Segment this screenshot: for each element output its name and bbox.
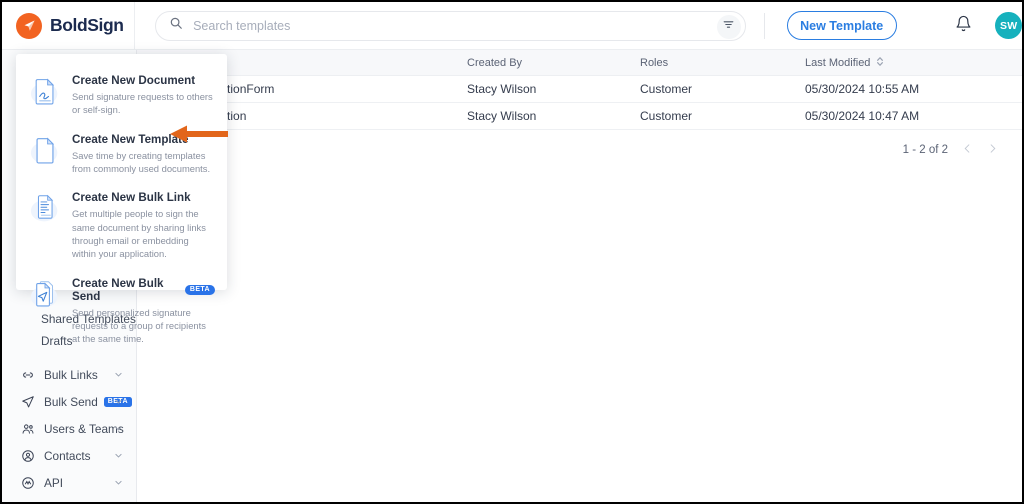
bulk-link-icon (30, 191, 64, 230)
users-icon (20, 422, 35, 436)
search-icon (169, 16, 183, 35)
sidebar-item-bulk-send[interactable]: Bulk Send BETA (2, 388, 136, 415)
chevron-down-icon (114, 476, 123, 490)
dropdown-item-title: Create New Document (72, 74, 214, 87)
chevron-down-icon (114, 449, 123, 463)
notifications-button[interactable] (952, 14, 976, 38)
bell-icon (955, 15, 972, 37)
chevron-down-icon (114, 395, 123, 409)
document-sign-icon (30, 74, 64, 113)
avatar[interactable]: SW (995, 12, 1022, 39)
filter-button[interactable] (716, 14, 741, 39)
dropdown-item-create-new-bulk-link[interactable]: Create New Bulk Link Get multiple people… (16, 183, 227, 268)
column-header-last-modified[interactable]: Last Modified (805, 56, 995, 70)
dropdown-item-description: Save time by creating templates from com… (72, 149, 211, 175)
new-template-button[interactable]: New Template (786, 11, 897, 40)
search-box[interactable] (155, 10, 746, 41)
sidebar-item-label: Bulk Links (44, 367, 98, 382)
pagination-next-button[interactable] (987, 143, 998, 157)
cell-created-by: Stacy Wilson (467, 109, 537, 123)
dropdown-item-title: Create New Template (72, 133, 214, 146)
header-divider (763, 12, 765, 39)
sidebar-item-label: Users & Teams (44, 421, 124, 436)
boldsign-send-icon (16, 12, 42, 39)
dropdown-item-description: Send signature requests to others or sel… (72, 91, 213, 116)
dropdown-item-label: Create New Template (72, 132, 189, 146)
cell-last-modified: 05/30/2024 10:47 AM (805, 109, 920, 123)
cell-roles: Customer (640, 82, 693, 96)
sidebar-item-label: Bulk Send (44, 394, 98, 409)
chevron-down-icon (114, 368, 123, 382)
send-icon (20, 395, 35, 409)
column-header-created-by[interactable]: Created By (467, 57, 640, 69)
dropdown-item-label: Create New Document (72, 74, 196, 87)
pagination-range: 1 - 2 of 2 (902, 144, 948, 156)
dropdown-item-create-new-bulk-send[interactable]: Create New Bulk Send BETA Send personali… (16, 269, 227, 354)
bulk-send-icon (30, 277, 64, 316)
main-content: Created By Roles Last Modified Card Appl… (137, 50, 1022, 502)
column-header-roles[interactable]: Roles (640, 57, 805, 69)
dropdown-item-title: Create New Bulk Link (72, 191, 214, 204)
app-window: BoldSign New Template (0, 0, 1024, 504)
table-row[interactable]: Card Application Stacy Wilson Customer 0… (137, 103, 1022, 130)
dropdown-item-title: Create New Bulk Send BETA (72, 277, 215, 303)
pagination: 1 - 2 of 2 (137, 130, 1022, 170)
table-row[interactable]: Card ApplicationForm Stacy Wilson Custom… (137, 76, 1022, 103)
table-header-row: Created By Roles Last Modified (137, 50, 1022, 76)
search-input[interactable] (193, 12, 674, 39)
filter-icon (722, 18, 735, 36)
dropdown-item-label: Create New Bulk Link (72, 191, 191, 205)
dropdown-item-create-new-document[interactable]: Create New Document Send signature reque… (16, 66, 227, 125)
dropdown-item-create-new-template[interactable]: Create New Template Save time by creatin… (16, 125, 227, 184)
dropdown-item-label: Create New Bulk Send (72, 276, 164, 303)
app-header: BoldSign New Template (2, 2, 1022, 50)
sidebar-item-bulk-links[interactable]: Bulk Links (2, 361, 136, 388)
dropdown-item-description: Get multiple people to sign the same doc… (72, 208, 206, 260)
beta-badge: BETA (184, 284, 215, 295)
sort-arrows-icon[interactable] (876, 56, 884, 70)
column-header-label: Last Modified (805, 56, 871, 69)
chevron-right-icon (987, 143, 998, 157)
brand-logo[interactable]: BoldSign (2, 2, 136, 49)
create-new-dropdown-menu: Create New Document Send signature reque… (16, 54, 227, 344)
pagination-prev-button[interactable] (962, 143, 973, 157)
link-icon (20, 368, 35, 382)
sidebar-item-users-teams[interactable]: Users & Teams (2, 415, 136, 442)
cell-last-modified: 05/30/2024 10:55 AM (805, 82, 920, 96)
api-icon (20, 476, 35, 490)
sidebar-item-label: Contacts (44, 448, 91, 463)
sidebar-item-api[interactable]: API (2, 469, 136, 496)
template-page-icon (30, 133, 64, 172)
brand-name: BoldSign (50, 15, 124, 35)
contact-icon (20, 449, 35, 463)
sidebar-item-contacts[interactable]: Contacts (2, 442, 136, 469)
chevron-down-icon (114, 422, 123, 436)
cell-created-by: Stacy Wilson (467, 82, 537, 96)
cell-roles: Customer (640, 109, 693, 123)
sidebar-item-label: API (44, 475, 64, 490)
dropdown-item-description: Send personalized signature requests to … (72, 306, 206, 345)
chevron-left-icon (962, 143, 973, 157)
